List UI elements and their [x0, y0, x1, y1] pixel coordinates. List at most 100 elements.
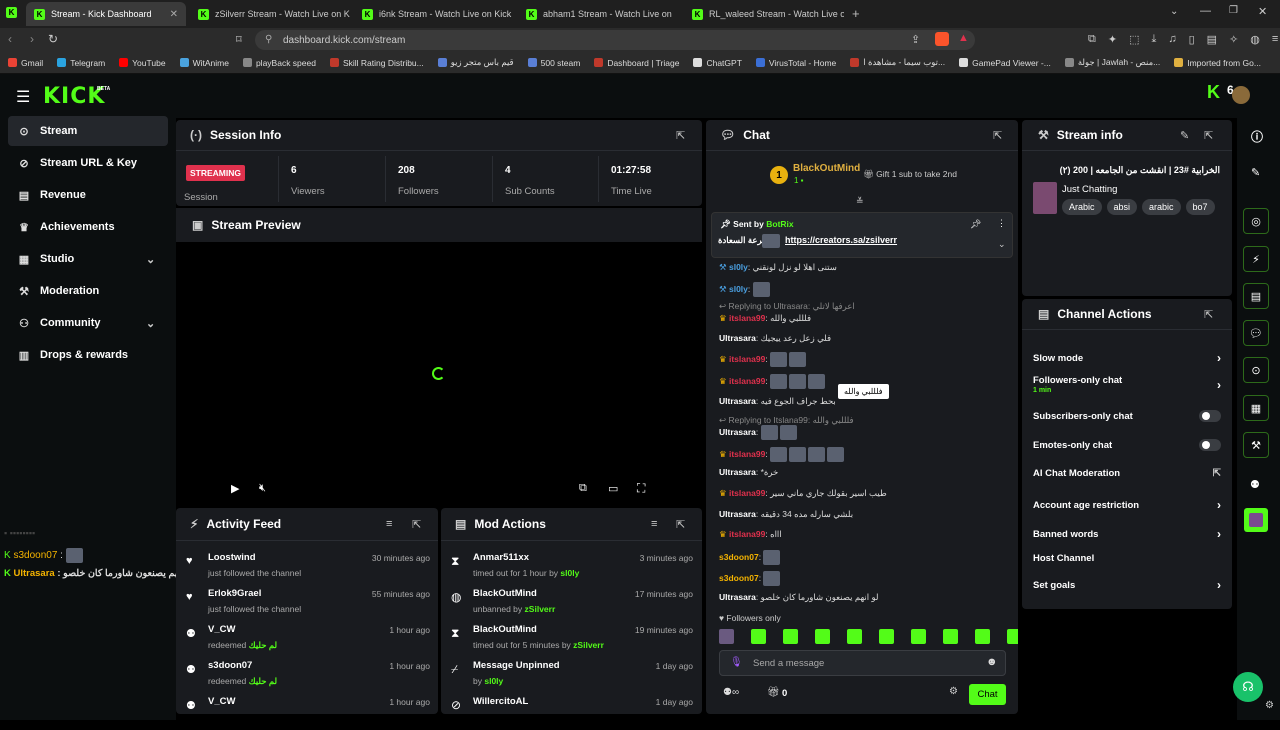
tab-rl-waleed[interactable]: KRL_waleed Stream - Watch Live on Ki — [684, 2, 844, 26]
bookmark-item[interactable]: Imported from Go... — [1174, 58, 1261, 68]
gift-icon[interactable]: 🎁︎ — [767, 687, 780, 698]
points-icon[interactable]: ⚉ — [1250, 478, 1260, 491]
bookmark-item[interactable]: Telegram — [57, 58, 105, 68]
mod-action-target[interactable]: Anmar511xx — [473, 552, 529, 563]
sidebar-item-drops-rewards[interactable]: ▥Drops & rewards — [8, 340, 168, 370]
wallet-icon[interactable]: ▤ — [1207, 33, 1217, 46]
tag[interactable]: bo7 — [1186, 199, 1215, 215]
bookmark-item[interactable]: Gmail — [8, 58, 43, 68]
reload-icon[interactable]: ↻ — [48, 32, 58, 46]
chat-username[interactable]: Ultrasara — [719, 333, 756, 343]
hamburger-menu-icon[interactable]: ☰ — [16, 87, 30, 107]
maximize-icon[interactable]: ❐ — [1229, 5, 1238, 16]
activity-user[interactable]: s3doon07 — [208, 660, 252, 671]
tag[interactable]: arabic — [1142, 199, 1181, 215]
filter-icon[interactable]: ≡ — [386, 518, 392, 530]
document-icon[interactable]: ▤ — [1243, 283, 1269, 309]
menu-icon[interactable]: ≡ — [1272, 33, 1278, 46]
sidebar-item-achievements[interactable]: ♛Achievements — [8, 212, 168, 242]
bookmark-item[interactable]: Dashboard | Triage — [594, 58, 679, 68]
play-icon[interactable]: ▶ — [231, 482, 239, 495]
extension-icon[interactable]: ⧉ — [1088, 33, 1096, 46]
tab-abham1[interactable]: Kabham1 Stream - Watch Live on✕ — [518, 2, 678, 26]
fullscreen-icon[interactable]: ⛶ — [637, 481, 645, 496]
popout-icon[interactable]: ⇱ — [1204, 129, 1213, 142]
bookmark-item[interactable]: WitAnime — [180, 58, 229, 68]
toggle-switch[interactable] — [1199, 439, 1221, 451]
chat-username[interactable]: sl0ly — [729, 262, 748, 272]
minimize-icon[interactable]: — — [1200, 5, 1211, 17]
emote-icon[interactable] — [879, 629, 894, 644]
chat-username[interactable]: itslana99 — [729, 488, 765, 498]
info-icon[interactable]: ⓘ — [1251, 128, 1263, 145]
category-name[interactable]: Just Chatting — [1062, 184, 1117, 195]
gear-icon[interactable]: ⚙ — [949, 686, 958, 697]
chat-username[interactable]: Ultrasara — [719, 592, 756, 602]
settings-gear-icon[interactable]: ⚙ — [1265, 700, 1274, 711]
sidebar-item-stream-url-key[interactable]: ⊘Stream URL & Key — [8, 148, 168, 178]
chat-username[interactable]: sl0ly — [729, 284, 748, 294]
url-bar[interactable]: ⚲ dashboard.kick.com/stream ⇪ ▲ — [255, 30, 975, 50]
chat-username[interactable]: itslana99 — [729, 449, 765, 459]
puzzle-icon[interactable]: ✦ — [1108, 33, 1117, 46]
chat-bubble-icon[interactable]: 💬︎ — [1243, 320, 1269, 346]
chat-username[interactable]: s3doon07 — [719, 573, 759, 583]
popout-icon[interactable]: ⇱ — [412, 518, 421, 531]
channel-action-item[interactable]: Account age restriction› — [1033, 498, 1221, 512]
channel-action-item[interactable]: Followers-only chat1 min› — [1033, 375, 1221, 394]
bookmark-item[interactable]: ChatGPT — [693, 58, 741, 68]
send-chat-button[interactable]: Chat — [969, 684, 1006, 705]
chat-username[interactable]: Ultrasara — [719, 396, 756, 406]
app-icon[interactable] — [1244, 508, 1268, 532]
more-options-icon[interactable]: ⋮ — [997, 218, 1006, 229]
close-icon[interactable]: ✕ — [170, 9, 178, 20]
mod-action-target[interactable]: Message Unpinned — [473, 660, 560, 671]
camera-icon[interactable]: ◎ — [1243, 208, 1269, 234]
tab-list-icon[interactable]: ⌄ — [1170, 6, 1178, 17]
bookmark-item[interactable]: 500 steam — [528, 58, 581, 68]
activity-user[interactable]: V_CW — [208, 624, 235, 635]
mod-action-target[interactable]: BlackOutMind — [473, 588, 537, 599]
brave-shield-icon[interactable] — [935, 32, 949, 46]
bookmark-item[interactable]: قيم باس متجر زيو — [438, 57, 514, 68]
new-tab-icon[interactable]: + — [852, 6, 860, 21]
sidebar-item-community[interactable]: ⚇Community⌄ — [8, 308, 168, 338]
popout-icon[interactable]: ⇱ — [1204, 308, 1213, 321]
channel-action-item[interactable]: Emotes-only chat — [1033, 439, 1221, 451]
emote-icon[interactable] — [847, 629, 862, 644]
tab-kick-dashboard[interactable]: KStream - Kick Dashboard✕ — [26, 2, 186, 26]
emoji-icon[interactable]: ☻ — [986, 656, 998, 668]
points-icon[interactable]: ⚉∞ — [723, 687, 739, 698]
bookmark-item[interactable]: VirusTotal - Home — [756, 58, 836, 68]
leo-icon[interactable]: ✧ — [1229, 33, 1238, 46]
channel-action-item[interactable]: Subscribers-only chat — [1033, 410, 1221, 422]
top-gifter-name[interactable]: BlackOutMind — [793, 163, 860, 174]
list-icon[interactable]: ▦ — [1243, 395, 1269, 421]
vpn-icon[interactable]: ◍ — [1250, 33, 1260, 46]
channel-action-item[interactable]: Host Channel — [1033, 553, 1221, 564]
emote-icon[interactable] — [719, 629, 734, 644]
tag[interactable]: absi — [1107, 199, 1138, 215]
chat-username[interactable]: Ultrasara — [719, 509, 756, 519]
popout-icon[interactable]: ⇱ — [676, 129, 685, 142]
activity-user[interactable]: Loostwind — [208, 552, 256, 563]
rewards-icon[interactable]: ▲ — [958, 32, 969, 44]
site-info-icon[interactable]: ⚲ — [265, 34, 272, 45]
channel-action-item[interactable]: Banned words› — [1033, 527, 1221, 541]
emote-icon[interactable] — [751, 629, 766, 644]
gift-sub-prompt[interactable]: 🎁︎ Gift 1 sub to take 2nd — [863, 169, 957, 180]
emote-icon[interactable] — [815, 629, 830, 644]
chat-username[interactable]: s3doon07 — [719, 552, 759, 562]
download-icon[interactable]: ⤓ — [1151, 33, 1156, 46]
chat-username[interactable]: itslana99 — [729, 376, 765, 386]
pencil-icon[interactable]: ✎ — [1251, 166, 1260, 179]
popout-icon[interactable]: ⇱ — [993, 129, 1002, 142]
collapse-icon[interactable]: ≚ — [856, 196, 864, 207]
emote-icon[interactable] — [783, 629, 798, 644]
microphone-icon[interactable]: 🎙︎ — [730, 657, 743, 668]
wrench-icon[interactable]: ⚒ — [1243, 432, 1269, 458]
emote-icon[interactable] — [1007, 629, 1018, 644]
channel-action-item[interactable]: AI Chat Moderation⇱ — [1033, 468, 1221, 479]
theater-icon[interactable]: ▭ — [608, 482, 618, 495]
mod-action-target[interactable]: BlackOutMind — [473, 624, 537, 635]
